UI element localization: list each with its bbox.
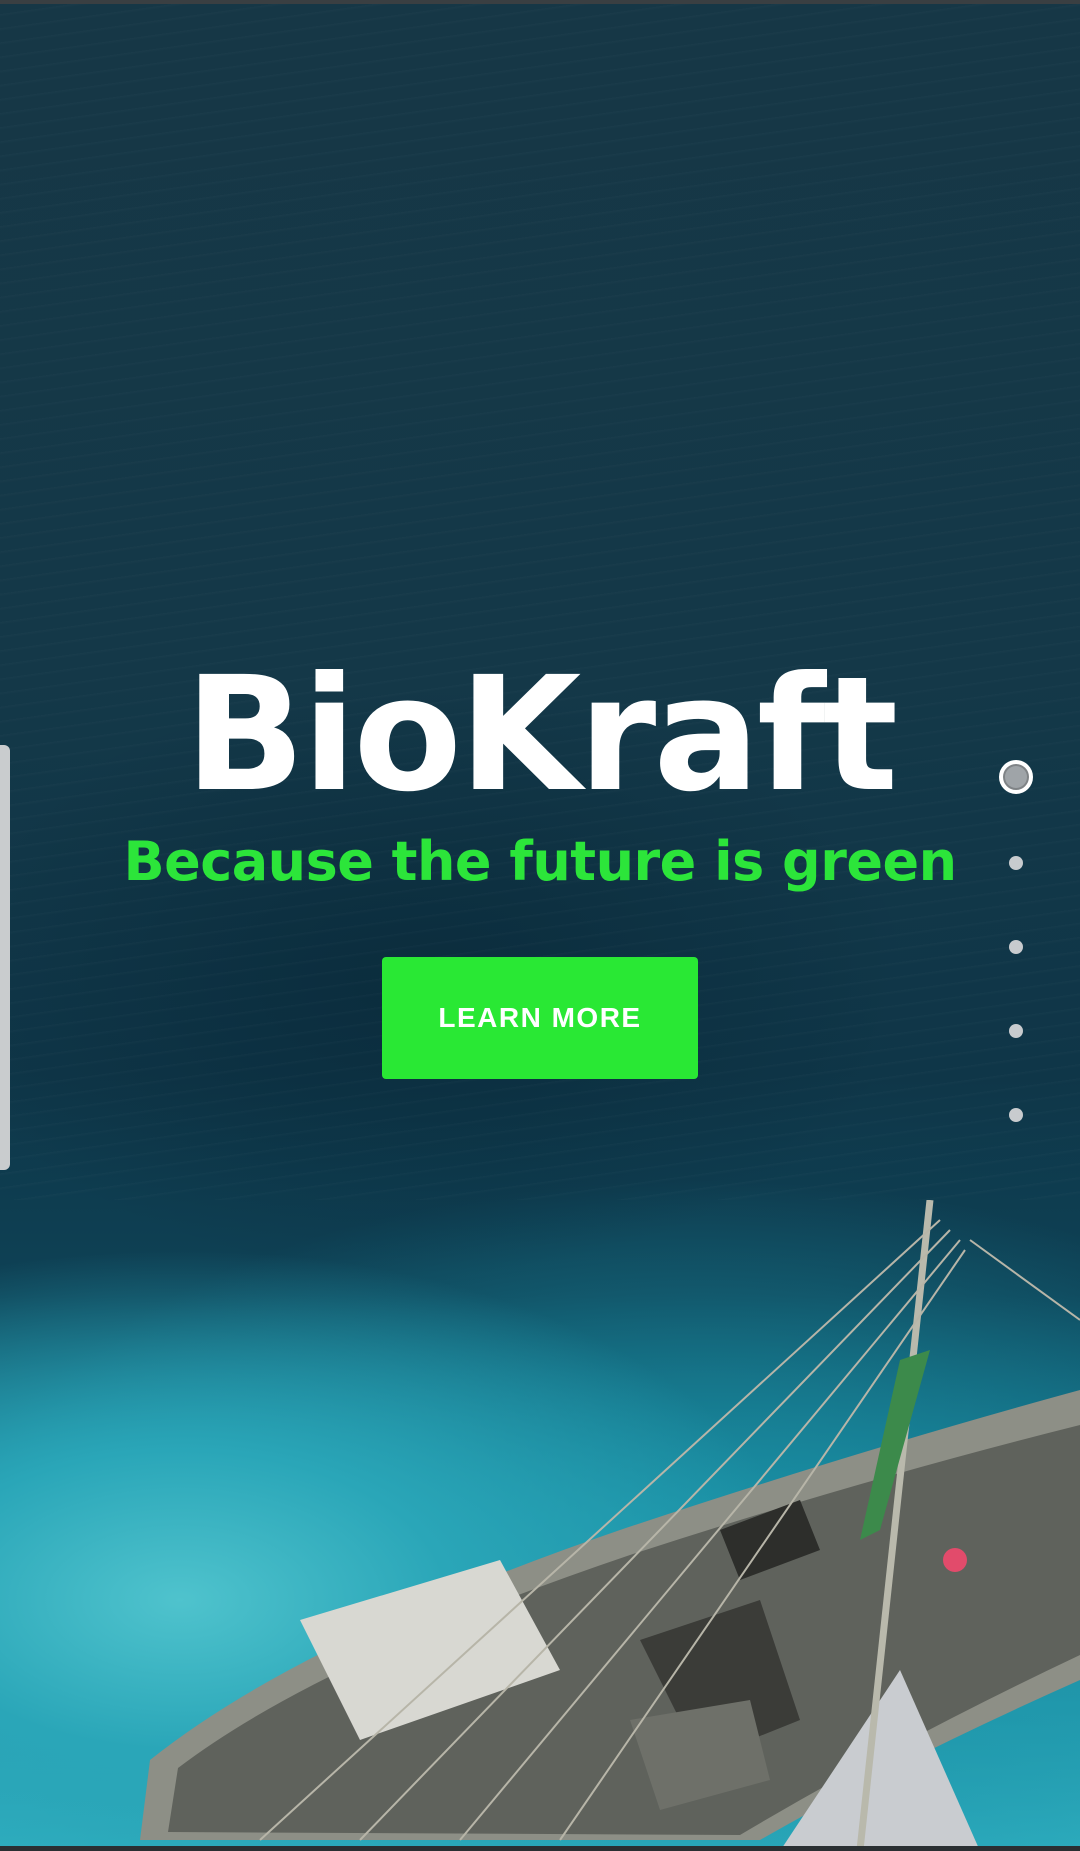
pager-dot-5[interactable] [1009,1108,1023,1122]
learn-more-button[interactable]: LEARN MORE [382,957,698,1079]
hero-tagline: Because the future is green [123,830,957,893]
pager-dot-4[interactable] [1009,1024,1023,1038]
pager-dot-1[interactable] [999,760,1033,794]
hero-content: BioKraft Because the future is green LEA… [0,640,1080,1079]
brand-title: BioKraft [184,643,898,827]
pager-dot-2[interactable] [1009,856,1023,870]
bottom-edge-strip [0,1846,1080,1851]
boat-photo-illustration [140,1200,1080,1851]
hero-section: BioKraft Because the future is green LEA… [0,0,1080,1851]
slide-pager [995,760,1037,1192]
pager-dot-3[interactable] [1009,940,1023,954]
top-status-strip [0,0,1080,4]
